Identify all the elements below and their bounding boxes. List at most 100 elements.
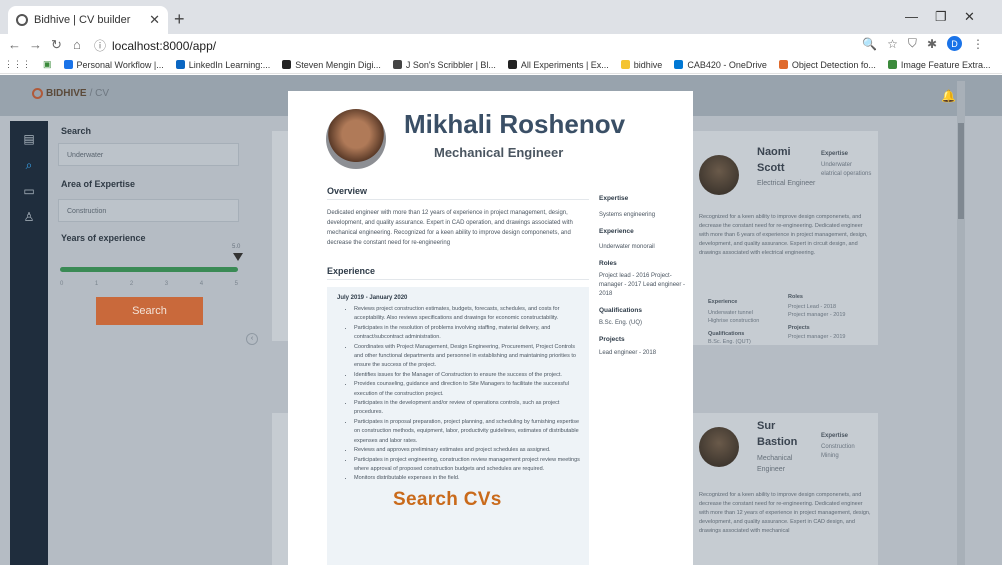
browser-tab[interactable]: Bidhive | CV builder ✕ [8,6,168,34]
bookmark-item[interactable]: bidhive [620,60,662,70]
exp-item: Monitors distributable expenses in the f… [354,474,582,483]
back-icon[interactable]: ← [8,37,21,52]
side-expertise-value: Systems engineering [599,212,656,218]
card-expertise-heading: Expertise [821,151,849,157]
card-first-name: Naomi [757,146,791,158]
tick-label: 5 [234,281,238,287]
card-expertise-heading: Expertise [821,433,849,439]
bookmark-icon [175,60,185,69]
tick-label: 4 [199,281,204,287]
app-logo[interactable]: BIDHIVE / CV [32,88,109,99]
shield-icon[interactable]: ⛉ [908,36,917,51]
avatar [699,427,739,467]
browser-tools: 🔍 ☆ ⛉ ✱ D ⋮ [862,36,984,51]
home-icon[interactable]: ⌂ [73,37,81,52]
overview-text: Dedicated engineer with more than 12 yea… [327,210,573,246]
result-card[interactable]: Sur Bastion Mechanical Engineer Expertis… [688,413,878,565]
logo-sub: / CV [89,88,110,99]
tick-label: 3 [164,281,169,287]
bookmarks-bar: ⋮⋮⋮ ▣ Personal Workflow |... LinkedIn Lea… [0,56,1002,74]
bookmark-item[interactable]: J Son's Scribbler | Bl... [392,59,496,70]
close-window-icon[interactable]: ✕ [964,9,975,25]
bookmark-item[interactable]: Personal Workflow |... [63,60,164,70]
exp-list: Reviews project construction estimates, … [346,305,582,484]
logo-icon [32,88,43,99]
years-slider-thumb[interactable] [233,253,243,261]
card-last-name: Bastion [757,436,798,448]
exp-item: Participates in proposal preparation, pr… [354,418,582,446]
experience-heading: Experience [327,266,376,276]
experience-box: July 2019 - January 2020 Reviews project… [327,287,589,565]
side-projects-value: Lead engineer - 2018 [599,350,657,356]
bookmark-label: Image Feature Extra... [900,59,991,70]
result-card[interactable]: Naomi Scott Electrical Engineer Expertis… [688,131,878,345]
app-sidebar: ▤ ⌕ ▭ ♙ [10,121,48,565]
bookmark-item[interactable]: Image Feature Extra... [887,59,991,70]
tick-label: 2 [129,281,134,287]
bookmark-label: All Experiments | Ex... [520,59,609,70]
apps-icon[interactable]: ⋮⋮⋮ [4,59,31,70]
side-qual-value: B.Sc. Eng. (UQ) [599,320,643,326]
side-qual-heading: Qualifications [599,307,642,314]
bookmark-label: LinkedIn Learning:... [188,59,271,70]
browser-tab-bar: Bidhive | CV builder ✕ + — ❐ ✕ [0,0,1002,34]
exp-item: Participates in project engineering, con… [354,456,582,475]
extensions-icon[interactable]: ✱ [927,37,937,51]
user-icon[interactable]: ♙ [21,209,37,225]
profile-avatar[interactable]: D [947,36,962,51]
exp-item: Participates in the resolution of proble… [354,324,582,343]
search-icon[interactable]: ⌕ [21,157,37,173]
bookmark-label: Object Detection fo... [791,59,876,70]
zoom-icon[interactable]: 🔍 [862,37,877,51]
bookmark-item[interactable]: Steven Mengin Digi... [282,60,381,70]
star-icon[interactable]: ☆ [887,37,898,51]
exp-item: Reviews project construction estimates, … [354,305,582,324]
cv-name: Mikhali Roshenov [404,109,626,139]
bookmark-icon [392,60,402,69]
minimize-icon[interactable]: — [905,9,918,24]
cv-side-expertise: Expertise Systems engineering Experience… [599,195,689,358]
card-job: Electrical Engineer [757,180,816,187]
close-tab-icon[interactable]: ✕ [149,12,160,28]
years-slider-track[interactable] [60,267,238,272]
scrollbar[interactable] [957,81,965,565]
search-input[interactable]: Underwater [58,143,239,166]
bookmark-label: J Son's Scribbler | Bl... [405,59,496,70]
card-experience-value: Underwater tunnel Highrise construction [708,310,760,324]
card-expertise-value: Construction Mining [821,444,855,459]
maximize-icon[interactable]: ❐ [935,9,947,25]
bookmark-icon [63,60,73,69]
document-icon[interactable]: ▤ [21,131,37,147]
new-tab-button[interactable]: + [174,9,185,30]
bookmark-item[interactable]: Object Detection fo... [778,59,876,70]
menu-icon[interactable]: ⋮ [972,37,984,51]
overview-heading: Overview [327,186,368,196]
bookmark-icon [778,60,788,69]
caption-overlay: Search CVs [393,489,502,510]
years-ticks: 0 1 2 3 4 5 [60,281,238,287]
forward-icon[interactable]: → [29,37,42,52]
card-projects-heading: Projects [788,325,810,331]
url-field[interactable]: ⓘ localhost:8000/app/ [94,37,216,54]
window-icon[interactable]: ▭ [21,183,37,199]
exp-item: Participates in the development and/or r… [354,399,582,418]
side-roles-heading: Roles [599,260,617,267]
bell-icon[interactable]: 🔔 [941,89,956,103]
search-button[interactable]: Search [96,297,203,325]
avatar [699,155,739,195]
side-roles-value: Project lead - 2016 Project-manager - 20… [599,273,686,297]
bookmark-icon[interactable]: ▣ [43,59,52,70]
address-bar: ← → ↻ ⌂ ⓘ localhost:8000/app/ 🔍 ☆ ⛉ ✱ D ⋮ [0,34,1002,56]
card-job: Mechanical Engineer [757,455,793,473]
exp-date: July 2019 - January 2020 [337,295,408,301]
bookmark-item[interactable]: LinkedIn Learning:... [175,59,271,70]
reload-icon[interactable]: ↻ [51,37,62,53]
scrollbar-thumb[interactable] [958,123,964,219]
bookmark-item[interactable]: CAB420 - OneDrive [674,60,767,70]
tab-title: Bidhive | CV builder [34,14,131,26]
collapse-panel-button[interactable]: ‹ [246,333,258,345]
expertise-input[interactable]: Construction [58,199,239,222]
globe-icon [16,14,28,26]
tick-label: 1 [94,281,99,287]
bookmark-item[interactable]: All Experiments | Ex... [507,59,609,70]
